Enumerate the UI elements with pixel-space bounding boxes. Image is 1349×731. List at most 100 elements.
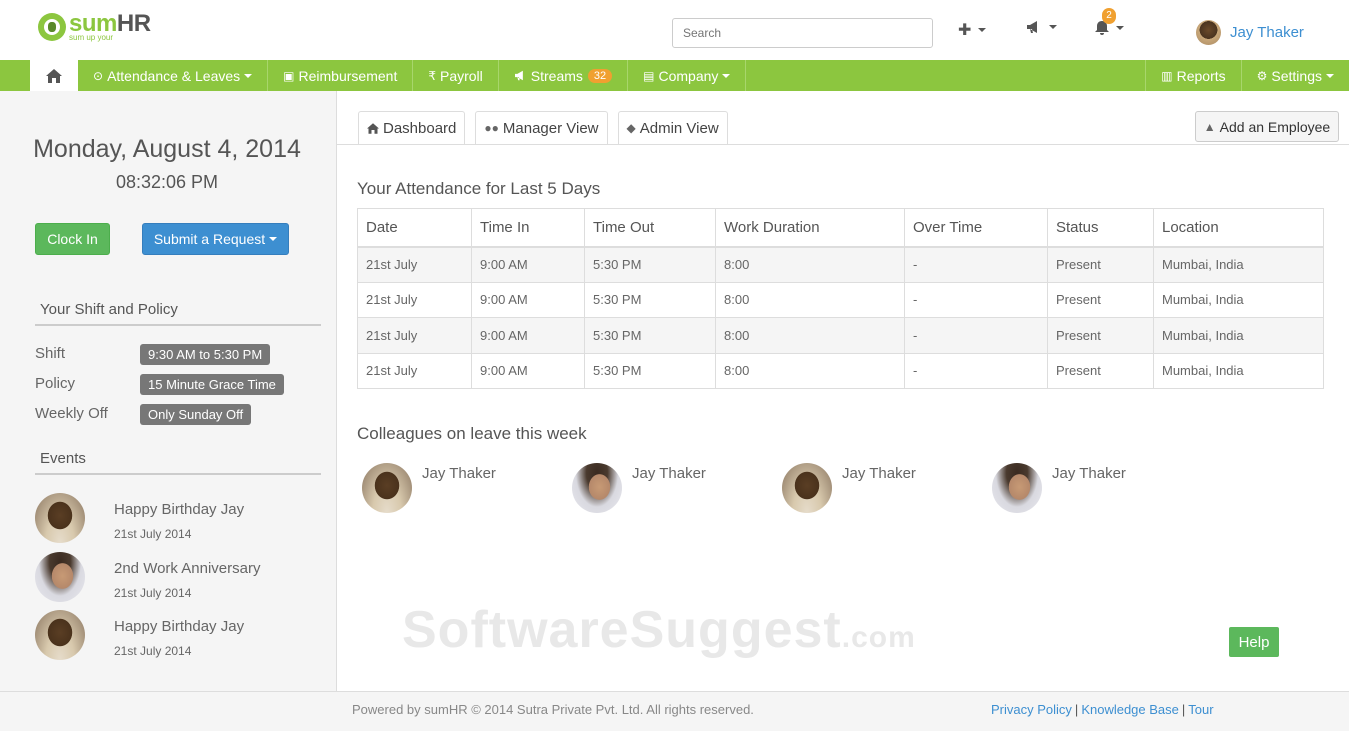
table-cell: Present — [1047, 246, 1154, 283]
policy-label: Policy — [35, 375, 76, 392]
plus-icon: ✚ — [958, 22, 972, 39]
search-input[interactable] — [672, 18, 933, 48]
event-date: 21st July 2014 — [114, 586, 192, 600]
gear-icon: ⚙ — [1256, 68, 1268, 83]
current-date: Monday, August 4, 2014 — [33, 135, 301, 163]
shift-label: Shift — [35, 345, 66, 362]
nav-attendance-leaves[interactable]: ⊙ Attendance & Leaves — [78, 60, 269, 91]
table-cell: - — [904, 281, 1048, 318]
table-cell: Present — [1047, 317, 1154, 354]
bullhorn-icon — [1027, 21, 1037, 33]
help-button[interactable]: Help — [1229, 627, 1279, 657]
event-item[interactable]: 2nd Work Anniversary 21st July 2014 — [35, 552, 260, 602]
building-icon: ▤ — [643, 68, 655, 83]
table-cell: 8:00 — [715, 281, 905, 318]
user-name[interactable]: Jay Thaker — [1230, 24, 1304, 41]
table-cell: Mumbai, India — [1153, 352, 1324, 389]
event-date: 21st July 2014 — [114, 644, 192, 658]
colleague-name: Jay Thaker — [422, 465, 496, 482]
nav-reimbursement[interactable]: ▣ Reimbursement — [268, 60, 414, 91]
colleague-name: Jay Thaker — [632, 465, 706, 482]
tab-dashboard[interactable]: Dashboard — [358, 111, 466, 144]
table-cell: - — [904, 352, 1048, 389]
add-employee-button[interactable]: ▲ Add an Employee — [1195, 111, 1339, 142]
event-date: 21st July 2014 — [114, 527, 192, 541]
colleague-name: Jay Thaker — [842, 465, 916, 482]
attendance-table: Date Time In Time Out Work Duration Over… — [357, 208, 1324, 389]
table-header-row: Date Time In Time Out Work Duration Over… — [357, 208, 1324, 248]
table-cell: Mumbai, India — [1153, 317, 1324, 354]
nav-company[interactable]: ▤ Company — [628, 60, 747, 91]
avatar — [35, 493, 85, 543]
notification-badge: 2 — [1102, 8, 1116, 24]
home-icon — [367, 122, 379, 134]
table-cell: 9:00 AM — [471, 352, 585, 389]
chart-icon: ▥ — [1161, 68, 1173, 83]
table-cell: - — [904, 246, 1048, 283]
home-icon — [46, 68, 62, 83]
colleague-name: Jay Thaker — [1052, 465, 1126, 482]
avatar — [1196, 20, 1221, 45]
colleague-item[interactable]: Jay Thaker — [992, 463, 1126, 513]
submit-request-button[interactable]: Submit a Request — [142, 223, 289, 255]
avatar — [35, 552, 85, 602]
shift-policy-heading: Your Shift and Policy — [35, 301, 321, 326]
tour-link[interactable]: Tour — [1188, 702, 1213, 717]
table-cell: Mumbai, India — [1153, 281, 1324, 318]
announcements-button[interactable] — [1026, 20, 1057, 34]
logo[interactable]: sumHR sum up your — [38, 12, 151, 42]
table-cell: 9:00 AM — [471, 281, 585, 318]
nav-payroll[interactable]: ₹ Payroll — [413, 60, 499, 91]
colleague-item[interactable]: Jay Thaker — [362, 463, 496, 513]
policy-value-badge: 15 Minute Grace Time — [140, 374, 284, 395]
table-cell: 8:00 — [715, 352, 905, 389]
shift-value-badge: 9:30 AM to 5:30 PM — [140, 344, 271, 365]
bullhorn-icon — [514, 70, 523, 81]
table-cell: 8:00 — [715, 317, 905, 354]
event-item[interactable]: Happy Birthday Jay 21st July 2014 — [35, 493, 244, 543]
table-cell: 9:00 AM — [471, 317, 585, 354]
tab-admin-view[interactable]: ◆ Admin View — [617, 111, 728, 144]
table-row: 21st July 9:00 AM 5:30 PM 8:00- Present Mumba… — [357, 281, 1324, 318]
table-cell: 9:00 AM — [471, 246, 585, 283]
table-cell: - — [904, 317, 1048, 354]
privacy-policy-link[interactable]: Privacy Policy — [991, 702, 1072, 717]
table-row: 21st July 9:00 AM 5:30 PM 8:00- Present Mumba… — [357, 352, 1324, 389]
user-menu[interactable]: Jay Thaker — [1196, 20, 1304, 45]
clock-icon: ⊙ — [93, 68, 104, 83]
money-icon: ▣ — [283, 68, 295, 83]
current-time: 08:32:06 PM — [115, 172, 219, 192]
column-header: Time In — [471, 208, 585, 248]
main-navbar: ⊙ Attendance & Leaves ▣ Reimbursement ₹ Pay… — [0, 60, 1349, 91]
table-cell: 5:30 PM — [584, 352, 716, 389]
add-menu-button[interactable]: ✚ — [958, 20, 987, 40]
colleague-item[interactable]: Jay Thaker — [572, 463, 706, 513]
colleague-item[interactable]: Jay Thaker — [782, 463, 916, 513]
footer-links: Privacy Policy | Knowledge Base | Tour — [991, 702, 1214, 717]
knowledge-base-link[interactable]: Knowledge Base — [1081, 702, 1179, 717]
tab-manager-view[interactable]: ●● Manager View — [475, 111, 608, 144]
event-item[interactable]: Happy Birthday Jay 21st July 2014 — [35, 610, 244, 660]
nav-home[interactable] — [30, 60, 78, 91]
user-icon: ▲ — [1203, 119, 1216, 134]
copyright-text: Powered by sumHR © 2014 Sutra Private Pv… — [352, 702, 754, 717]
event-title: Happy Birthday Jay — [114, 501, 245, 518]
clock-in-button[interactable]: Clock In — [35, 223, 110, 255]
nav-settings[interactable]: ⚙ Settings — [1240, 60, 1349, 91]
nav-streams[interactable]: Streams 32 — [499, 60, 629, 91]
table-cell: Mumbai, India — [1153, 246, 1324, 283]
users-icon: ●● — [484, 121, 499, 135]
column-header: Work Duration — [715, 208, 905, 248]
rupee-icon: ₹ — [428, 68, 436, 83]
column-header: Status — [1047, 208, 1154, 248]
colleagues-heading: Colleagues on leave this week — [357, 424, 587, 443]
avatar — [35, 610, 85, 660]
footer: Powered by sumHR © 2014 Sutra Private Pv… — [0, 691, 1349, 731]
events-heading: Events — [35, 450, 321, 475]
column-header: Over Time — [904, 208, 1048, 248]
column-header: Date — [357, 208, 472, 248]
avatar — [992, 463, 1042, 513]
column-header: Location — [1153, 208, 1324, 248]
sidebar: Monday, August 4, 2014 08:32:06 PM Clock… — [0, 91, 337, 691]
nav-reports[interactable]: ▥ Reports — [1145, 60, 1240, 91]
